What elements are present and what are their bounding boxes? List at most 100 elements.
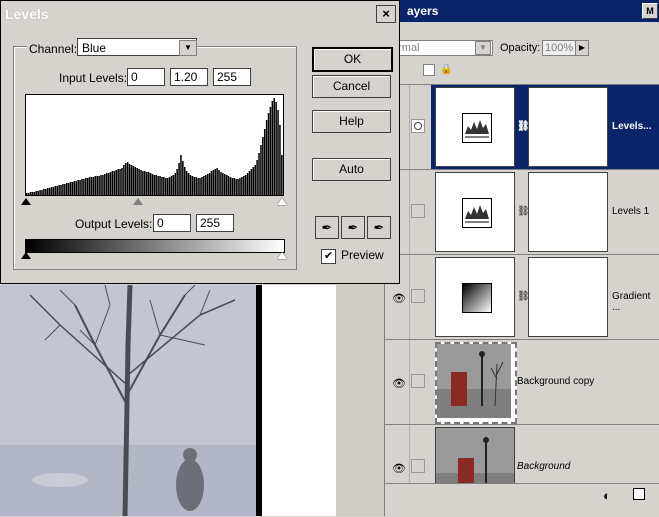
lock-all-icon[interactable]: 🔒: [440, 64, 452, 75]
layer-link-box[interactable]: [411, 204, 425, 218]
eye-icon[interactable]: 👁: [392, 292, 406, 305]
histogram-bar: [174, 173, 177, 195]
layer-link-box[interactable]: [411, 289, 425, 303]
layer-content[interactable]: ⛓ Levels...: [431, 85, 659, 170]
lock-transparency-icon[interactable]: [423, 64, 435, 76]
input-gamma-field[interactable]: 1.20: [170, 68, 208, 86]
histogram-bar: [193, 177, 196, 195]
histogram-bar: [151, 174, 154, 195]
chevron-down-icon[interactable]: ▼: [475, 41, 491, 55]
histogram-bar: [263, 129, 266, 195]
preview-checkbox[interactable]: ✔: [321, 249, 336, 264]
histogram-bar: [203, 176, 205, 195]
output-black-slider[interactable]: [21, 252, 31, 259]
histogram-bar: [64, 184, 66, 195]
histogram-bar: [132, 166, 135, 195]
histogram-bar: [187, 173, 190, 195]
histogram-bar: [75, 181, 78, 195]
histogram-bar: [185, 171, 188, 195]
histogram-bar: [184, 167, 186, 195]
histogram-bar: [189, 175, 192, 195]
layer-row-levels-top[interactable]: ⛓ Levels...: [385, 84, 659, 170]
histogram-bar: [170, 176, 173, 195]
canvas-white-area: [262, 285, 336, 516]
histogram: [25, 94, 284, 196]
histogram-bar: [191, 176, 194, 195]
layer-thumbnail: [435, 87, 515, 167]
chevron-down-icon[interactable]: ▼: [179, 40, 197, 56]
histogram-bar: [281, 155, 283, 195]
output-black-field[interactable]: 0: [153, 214, 191, 232]
adjustment-layer-icon[interactable]: ◐: [603, 488, 611, 503]
histogram-bar: [210, 171, 213, 195]
histogram-bar: [220, 172, 222, 195]
new-layer-icon[interactable]: [633, 488, 645, 500]
auto-button[interactable]: Auto: [312, 158, 391, 181]
visibility-cell[interactable]: 👁: [389, 340, 410, 425]
close-button[interactable]: ×: [376, 5, 396, 23]
eye-icon[interactable]: 👁: [392, 462, 406, 475]
histogram-bar: [121, 168, 123, 195]
histogram-bar: [275, 102, 277, 195]
histogram-bar: [195, 177, 197, 195]
histogram-bar: [105, 173, 108, 195]
layer-thumbnail: [435, 342, 517, 424]
input-black-field[interactable]: 0: [127, 68, 165, 86]
layer-content[interactable]: ⛓ Gradient ...: [431, 255, 659, 340]
layer-content[interactable]: ⛓ Levels 1: [431, 170, 659, 255]
histogram-bar: [222, 173, 224, 195]
layers-palette-title-bar[interactable]: ayers M: [385, 0, 659, 22]
histogram-bar: [126, 162, 129, 195]
black-eyedropper-icon[interactable]: ✒: [315, 216, 339, 239]
histogram-bar: [26, 193, 28, 195]
layer-mask-thumbnail[interactable]: [528, 257, 608, 337]
layer-row-background-copy[interactable]: 👁 Background copy: [385, 339, 659, 425]
histogram-bar: [144, 171, 146, 195]
layer-link-box[interactable]: [411, 459, 425, 473]
output-levels-label: Output Levels:: [75, 217, 153, 231]
layer-mask-thumbnail[interactable]: [528, 172, 608, 252]
layer-link-box[interactable]: [411, 119, 425, 133]
histogram-bar: [136, 168, 138, 195]
histogram-bar: [178, 163, 180, 195]
white-eyedropper-icon[interactable]: ✒: [367, 216, 391, 239]
output-white-slider[interactable]: [277, 252, 287, 259]
histogram-bar: [235, 179, 237, 195]
histogram-bar: [147, 172, 150, 195]
cancel-button[interactable]: Cancel: [312, 75, 391, 98]
histogram-bar: [155, 175, 157, 195]
histogram-bar: [138, 169, 140, 195]
layer-link-box[interactable]: [411, 374, 425, 388]
input-white-slider[interactable]: [277, 198, 287, 205]
histogram-bar: [45, 189, 47, 195]
layer-name: Levels...: [612, 121, 652, 132]
histogram-bar: [208, 173, 211, 195]
histogram-bar: [271, 101, 274, 195]
histogram-bar: [92, 177, 95, 195]
input-gamma-slider[interactable]: [133, 198, 143, 205]
histogram-bar: [267, 113, 270, 195]
layer-row-gradient[interactable]: 👁 ⛓ Gradient ...: [385, 254, 659, 340]
input-black-slider[interactable]: [21, 198, 31, 205]
histogram-bar: [128, 164, 131, 195]
histogram-bar: [269, 107, 272, 195]
histogram-bar: [225, 175, 228, 195]
histogram-bar: [145, 172, 148, 195]
eye-icon[interactable]: 👁: [392, 377, 406, 390]
histogram-bar: [254, 165, 256, 195]
gray-eyedropper-icon[interactable]: ✒: [341, 216, 365, 239]
palette-menu-button[interactable]: M: [642, 3, 658, 19]
histogram-bar: [250, 169, 253, 195]
layer-mask-thumbnail[interactable]: [528, 87, 608, 167]
histogram-bar: [96, 176, 98, 195]
layer-content[interactable]: Background copy: [431, 340, 659, 425]
levels-title-bar[interactable]: Levels ×: [1, 1, 399, 27]
chevron-right-icon[interactable]: ▶: [575, 40, 589, 56]
output-white-field[interactable]: 255: [196, 214, 234, 232]
histogram-bar: [248, 171, 251, 195]
layer-row-levels-1[interactable]: ⛓ Levels 1: [385, 169, 659, 255]
ok-button[interactable]: OK: [312, 47, 393, 72]
help-button[interactable]: Help: [312, 110, 391, 133]
input-white-field[interactable]: 255: [213, 68, 251, 86]
histogram-bar: [88, 177, 91, 195]
